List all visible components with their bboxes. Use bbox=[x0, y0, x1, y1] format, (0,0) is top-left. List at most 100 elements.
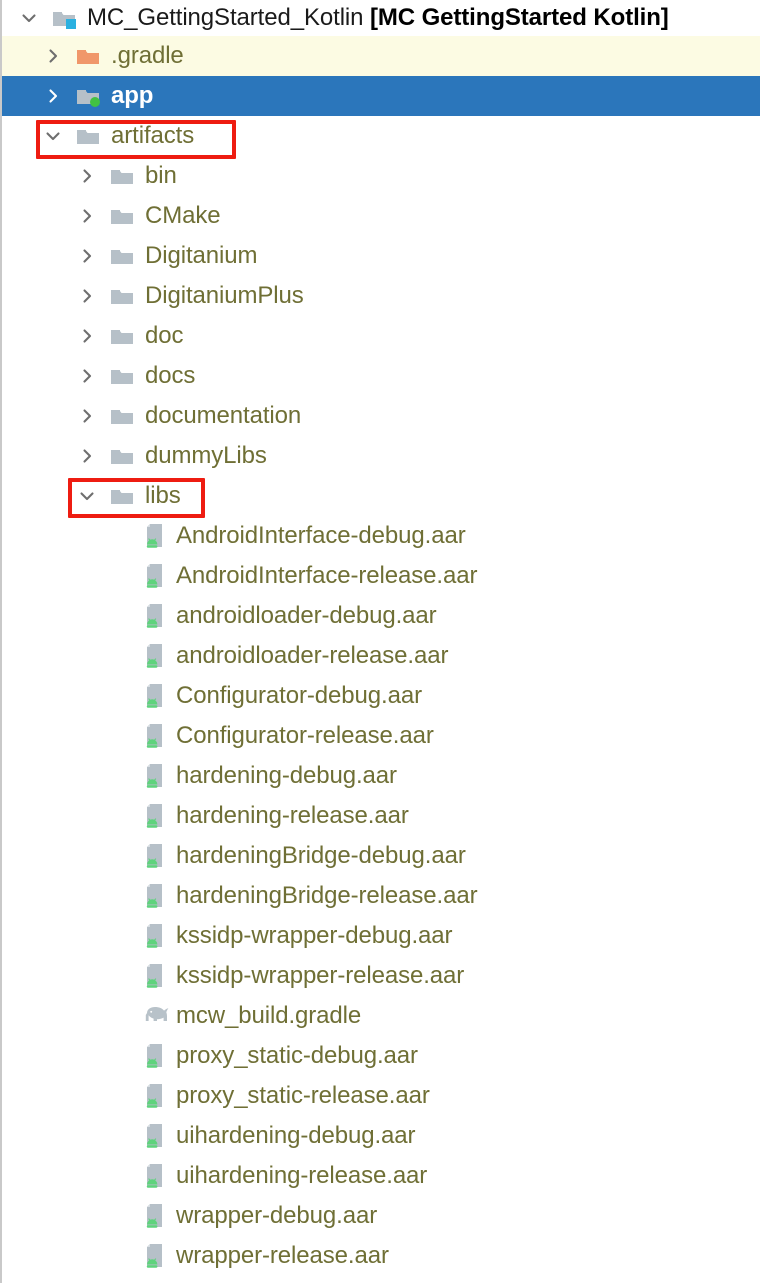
root-project-label: MC_GettingStarted_Kotlin [MC GettingStar… bbox=[87, 6, 669, 30]
tree-row-androidinterface-debug-aar[interactable]: AndroidInterface-debug.aar bbox=[2, 516, 760, 556]
tree-item-label: wrapper-release.aar bbox=[176, 1242, 389, 1269]
chevron-placeholder bbox=[110, 805, 132, 827]
tree-row-digitaniumplus[interactable]: DigitaniumPlus bbox=[2, 276, 760, 316]
tree-item-label: hardeningBridge-debug.aar bbox=[176, 842, 466, 869]
tree-row-docs[interactable]: docs bbox=[2, 356, 760, 396]
tree-row-configurator-release-aar[interactable]: Configurator-release.aar bbox=[2, 716, 760, 756]
tree-row-bin[interactable]: bin bbox=[2, 156, 760, 196]
chevron-down-icon[interactable] bbox=[76, 485, 98, 507]
tree-row-hardening-release-aar[interactable]: hardening-release.aar bbox=[2, 796, 760, 836]
tree-row-root[interactable]: MC_GettingStarted_Kotlin [MC GettingStar… bbox=[2, 0, 760, 36]
chevron-placeholder bbox=[110, 525, 132, 547]
tree-row-dummylibs[interactable]: dummyLibs bbox=[2, 436, 760, 476]
tree-item-label: CMake bbox=[145, 202, 221, 229]
tree-item-label: kssidp-wrapper-debug.aar bbox=[176, 922, 453, 949]
folder-icon bbox=[110, 164, 136, 188]
aar-file-icon bbox=[144, 1243, 168, 1269]
chevron-right-icon[interactable] bbox=[76, 365, 98, 387]
chevron-down-icon[interactable] bbox=[42, 125, 64, 147]
chevron-placeholder bbox=[110, 605, 132, 627]
chevron-right-icon[interactable] bbox=[76, 285, 98, 307]
tree-item-label: androidloader-release.aar bbox=[176, 642, 449, 669]
aar-file-icon bbox=[144, 763, 168, 789]
root-project-bracket-label: [MC GettingStarted Kotlin] bbox=[370, 4, 669, 31]
tree-item-label: AndroidInterface-debug.aar bbox=[176, 522, 466, 549]
folder-icon bbox=[110, 284, 136, 308]
tree-row-hardening-debug-aar[interactable]: hardening-debug.aar bbox=[2, 756, 760, 796]
chevron-placeholder bbox=[110, 685, 132, 707]
tree-item-label: proxy_static-debug.aar bbox=[176, 1042, 418, 1069]
tree-row-proxy-static-release-aar[interactable]: proxy_static-release.aar bbox=[2, 1076, 760, 1116]
tree-item-label: hardening-debug.aar bbox=[176, 762, 397, 789]
gradle-file-icon bbox=[144, 1003, 169, 1029]
project-tree-panel[interactable]: MC_GettingStarted_Kotlin [MC GettingStar… bbox=[0, 0, 760, 1283]
tree-row-androidloader-release-aar[interactable]: androidloader-release.aar bbox=[2, 636, 760, 676]
folder-icon bbox=[110, 364, 136, 388]
aar-file-icon bbox=[144, 883, 168, 909]
tree-row-libs[interactable]: libs bbox=[2, 476, 760, 516]
tree-item-label: proxy_static-release.aar bbox=[176, 1082, 430, 1109]
chevron-right-icon[interactable] bbox=[76, 325, 98, 347]
chevron-placeholder bbox=[110, 1125, 132, 1147]
tree-item-label: bin bbox=[145, 162, 177, 189]
chevron-down-icon[interactable] bbox=[18, 7, 40, 29]
tree-row-kssidp-wrapper-debug-aar[interactable]: kssidp-wrapper-debug.aar bbox=[2, 916, 760, 956]
chevron-right-icon[interactable] bbox=[76, 405, 98, 427]
tree-row-mcw-build-gradle[interactable]: mcw_build.gradle bbox=[2, 996, 760, 1036]
aar-file-icon bbox=[144, 1043, 168, 1069]
aar-file-icon bbox=[144, 683, 168, 709]
chevron-placeholder bbox=[110, 925, 132, 947]
tree-item-label: AndroidInterface-release.aar bbox=[176, 562, 478, 589]
root-project-name: MC_GettingStarted_Kotlin bbox=[87, 4, 364, 31]
tree-row-configurator-debug-aar[interactable]: Configurator-debug.aar bbox=[2, 676, 760, 716]
tree-item-label: libs bbox=[145, 482, 181, 509]
chevron-right-icon[interactable] bbox=[76, 205, 98, 227]
aar-file-icon bbox=[144, 1203, 168, 1229]
tree-item-label: androidloader-debug.aar bbox=[176, 602, 437, 629]
tree-item-label: wrapper-debug.aar bbox=[176, 1202, 378, 1229]
tree-item-label: mcw_build.gradle bbox=[176, 1002, 362, 1029]
chevron-placeholder bbox=[110, 1005, 132, 1027]
tree-item-label: Configurator-release.aar bbox=[176, 722, 434, 749]
tree-row-cmake[interactable]: CMake bbox=[2, 196, 760, 236]
aar-file-icon bbox=[144, 803, 168, 829]
tree-row-documentation[interactable]: documentation bbox=[2, 396, 760, 436]
folder-icon bbox=[110, 204, 136, 228]
folder-icon bbox=[110, 244, 136, 268]
folder-icon bbox=[110, 324, 136, 348]
tree-item-label: uihardening-release.aar bbox=[176, 1162, 428, 1189]
chevron-right-icon[interactable] bbox=[76, 245, 98, 267]
folder-orange-icon bbox=[76, 44, 102, 68]
tree-row-artifacts[interactable]: artifacts bbox=[2, 116, 760, 156]
tree-row-wrapper-debug-aar[interactable]: wrapper-debug.aar bbox=[2, 1196, 760, 1236]
chevron-right-icon[interactable] bbox=[42, 45, 64, 67]
chevron-right-icon[interactable] bbox=[76, 445, 98, 467]
aar-file-icon bbox=[144, 923, 168, 949]
chevron-placeholder bbox=[110, 1165, 132, 1187]
chevron-right-icon[interactable] bbox=[42, 85, 64, 107]
chevron-placeholder bbox=[110, 565, 132, 587]
tree-item-label: hardening-release.aar bbox=[176, 802, 409, 829]
tree-row-uihardening-release-aar[interactable]: uihardening-release.aar bbox=[2, 1156, 760, 1196]
chevron-right-icon[interactable] bbox=[76, 165, 98, 187]
tree-row-androidinterface-release-aar[interactable]: AndroidInterface-release.aar bbox=[2, 556, 760, 596]
chevron-placeholder bbox=[110, 725, 132, 747]
aar-file-icon bbox=[144, 1123, 168, 1149]
aar-file-icon bbox=[144, 523, 168, 549]
tree-row-proxy-static-debug-aar[interactable]: proxy_static-debug.aar bbox=[2, 1036, 760, 1076]
tree-item-label: documentation bbox=[145, 402, 302, 429]
tree-row-gradle[interactable]: .gradle bbox=[2, 36, 760, 76]
tree-row-uihardening-debug-aar[interactable]: uihardening-debug.aar bbox=[2, 1116, 760, 1156]
aar-file-icon bbox=[144, 1163, 168, 1189]
tree-row-kssidp-wrapper-release-aar[interactable]: kssidp-wrapper-release.aar bbox=[2, 956, 760, 996]
tree-item-label: hardeningBridge-release.aar bbox=[176, 882, 478, 909]
tree-row-app[interactable]: app bbox=[2, 76, 760, 116]
tree-row-digitanium[interactable]: Digitanium bbox=[2, 236, 760, 276]
tree-row-wrapper-release-aar[interactable]: wrapper-release.aar bbox=[2, 1236, 760, 1276]
tree-row-hardeningbridge-debug-aar[interactable]: hardeningBridge-debug.aar bbox=[2, 836, 760, 876]
chevron-placeholder bbox=[110, 845, 132, 867]
tree-item-label: app bbox=[111, 82, 154, 109]
tree-row-androidloader-debug-aar[interactable]: androidloader-debug.aar bbox=[2, 596, 760, 636]
tree-row-doc[interactable]: doc bbox=[2, 316, 760, 356]
tree-row-hardeningbridge-release-aar[interactable]: hardeningBridge-release.aar bbox=[2, 876, 760, 916]
